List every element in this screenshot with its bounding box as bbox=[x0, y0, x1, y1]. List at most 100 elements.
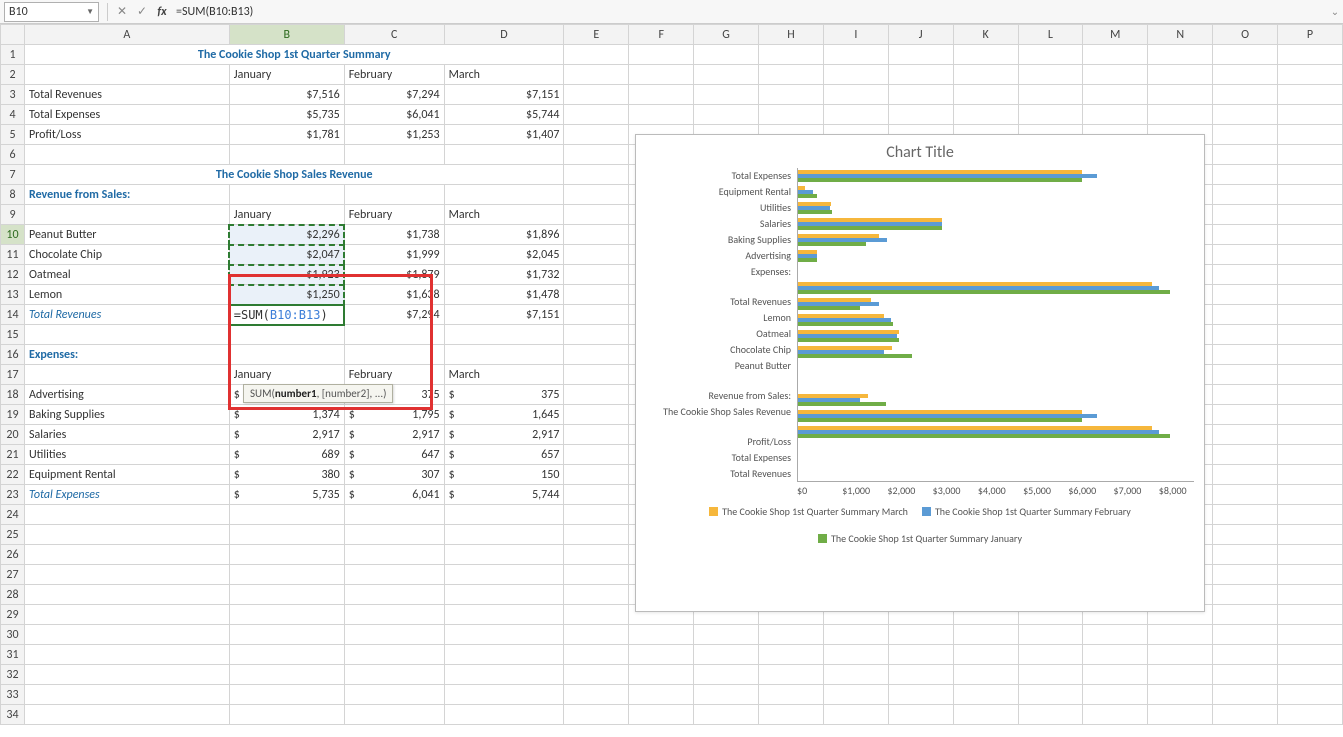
cell-P27[interactable] bbox=[1278, 565, 1343, 585]
cell-A20[interactable]: Salaries bbox=[24, 425, 229, 445]
cell-K31[interactable] bbox=[953, 645, 1018, 665]
col-header-N[interactable]: N bbox=[1148, 25, 1213, 45]
cell-C17[interactable]: February bbox=[344, 365, 444, 385]
cell-C23[interactable]: $6,041 bbox=[344, 485, 444, 505]
chart[interactable]: Chart Title Total ExpensesEquipment Rent… bbox=[635, 134, 1205, 612]
cell-O31[interactable] bbox=[1213, 645, 1278, 665]
cell-E25[interactable] bbox=[564, 525, 629, 545]
cell-B22[interactable]: $380 bbox=[229, 465, 344, 485]
cell-C9[interactable]: February bbox=[344, 205, 444, 225]
row-header-7[interactable]: 7 bbox=[1, 165, 25, 185]
row-header-9[interactable]: 9 bbox=[1, 205, 25, 225]
cell-O7[interactable] bbox=[1213, 165, 1278, 185]
cell-B10[interactable]: $2,296 bbox=[229, 225, 344, 245]
cell-I3[interactable] bbox=[823, 85, 888, 105]
cell-B16[interactable] bbox=[229, 345, 344, 365]
cell-D23[interactable]: $5,744 bbox=[444, 485, 564, 505]
cell-P3[interactable] bbox=[1278, 85, 1343, 105]
enter-icon[interactable]: ✓ bbox=[132, 2, 152, 22]
cell-B21[interactable]: $689 bbox=[229, 445, 344, 465]
cell-I30[interactable] bbox=[823, 625, 888, 645]
cell-P22[interactable] bbox=[1278, 465, 1343, 485]
cell-A32[interactable] bbox=[24, 665, 229, 685]
cell-E10[interactable] bbox=[564, 225, 629, 245]
cell-C14[interactable]: $7,294 bbox=[344, 305, 444, 325]
cell-K32[interactable] bbox=[953, 665, 1018, 685]
cell-O12[interactable] bbox=[1213, 265, 1278, 285]
cell-M30[interactable] bbox=[1083, 625, 1148, 645]
cell-C20[interactable]: $2,917 bbox=[344, 425, 444, 445]
row-header-17[interactable]: 17 bbox=[1, 365, 25, 385]
cell-H34[interactable] bbox=[759, 705, 824, 725]
col-header-P[interactable]: P bbox=[1278, 25, 1343, 45]
cell-P32[interactable] bbox=[1278, 665, 1343, 685]
cell-E2[interactable] bbox=[564, 65, 629, 85]
cell-B24[interactable] bbox=[229, 505, 344, 525]
cell-J34[interactable] bbox=[888, 705, 953, 725]
name-box-dropdown-icon[interactable]: ▼ bbox=[86, 7, 94, 17]
cell-P7[interactable] bbox=[1278, 165, 1343, 185]
cell-P2[interactable] bbox=[1278, 65, 1343, 85]
cell-O27[interactable] bbox=[1213, 565, 1278, 585]
cell-O30[interactable] bbox=[1213, 625, 1278, 645]
cell-E9[interactable] bbox=[564, 205, 629, 225]
cell-E15[interactable] bbox=[564, 325, 629, 345]
row-header-29[interactable]: 29 bbox=[1, 605, 25, 625]
col-header-L[interactable]: L bbox=[1018, 25, 1083, 45]
cell-O32[interactable] bbox=[1213, 665, 1278, 685]
cell-O10[interactable] bbox=[1213, 225, 1278, 245]
cell-A28[interactable] bbox=[24, 585, 229, 605]
cell-D20[interactable]: $2,917 bbox=[444, 425, 564, 445]
row-header-33[interactable]: 33 bbox=[1, 685, 25, 705]
cell-E12[interactable] bbox=[564, 265, 629, 285]
cell-I4[interactable] bbox=[823, 105, 888, 125]
select-all-corner[interactable] bbox=[1, 25, 25, 45]
cell-D25[interactable] bbox=[444, 525, 564, 545]
cell-P33[interactable] bbox=[1278, 685, 1343, 705]
cell-P16[interactable] bbox=[1278, 345, 1343, 365]
cell-C11[interactable]: $1,999 bbox=[344, 245, 444, 265]
cell-O34[interactable] bbox=[1213, 705, 1278, 725]
cell-P26[interactable] bbox=[1278, 545, 1343, 565]
col-header-H[interactable]: H bbox=[759, 25, 824, 45]
row-header-28[interactable]: 28 bbox=[1, 585, 25, 605]
cell-G4[interactable] bbox=[694, 105, 759, 125]
cell-A3[interactable]: Total Revenues bbox=[24, 85, 229, 105]
col-header-F[interactable]: F bbox=[629, 25, 694, 45]
cell-N3[interactable] bbox=[1148, 85, 1213, 105]
cell-C15[interactable] bbox=[344, 325, 444, 345]
cell-F31[interactable] bbox=[629, 645, 694, 665]
cell-H30[interactable] bbox=[759, 625, 824, 645]
cell-B34[interactable] bbox=[229, 705, 344, 725]
cell-E29[interactable] bbox=[564, 605, 629, 625]
cell-E31[interactable] bbox=[564, 645, 629, 665]
cell-B31[interactable] bbox=[229, 645, 344, 665]
cell-A15[interactable] bbox=[24, 325, 229, 345]
cell-I1[interactable] bbox=[823, 45, 888, 65]
cell-P17[interactable] bbox=[1278, 365, 1343, 385]
cell-D10[interactable]: $1,896 bbox=[444, 225, 564, 245]
cell-P8[interactable] bbox=[1278, 185, 1343, 205]
cell-M4[interactable] bbox=[1083, 105, 1148, 125]
cell-O28[interactable] bbox=[1213, 585, 1278, 605]
cell-L3[interactable] bbox=[1018, 85, 1083, 105]
cell-B6[interactable] bbox=[229, 145, 344, 165]
cell-D21[interactable]: $657 bbox=[444, 445, 564, 465]
cell-A9[interactable] bbox=[24, 205, 229, 225]
name-box[interactable]: B10 ▼ bbox=[4, 2, 99, 22]
cell-I31[interactable] bbox=[823, 645, 888, 665]
cell-P6[interactable] bbox=[1278, 145, 1343, 165]
cell-G3[interactable] bbox=[694, 85, 759, 105]
cell-J32[interactable] bbox=[888, 665, 953, 685]
cell-O6[interactable] bbox=[1213, 145, 1278, 165]
cell-A18[interactable]: Advertising bbox=[24, 385, 229, 405]
cell-D31[interactable] bbox=[444, 645, 564, 665]
row-header-30[interactable]: 30 bbox=[1, 625, 25, 645]
cell-E11[interactable] bbox=[564, 245, 629, 265]
cell-J3[interactable] bbox=[888, 85, 953, 105]
cell-A31[interactable] bbox=[24, 645, 229, 665]
cell-B12[interactable]: $1,923 bbox=[229, 265, 344, 285]
cell-B2[interactable]: January bbox=[229, 65, 344, 85]
cell-L31[interactable] bbox=[1018, 645, 1083, 665]
row-header-25[interactable]: 25 bbox=[1, 525, 25, 545]
